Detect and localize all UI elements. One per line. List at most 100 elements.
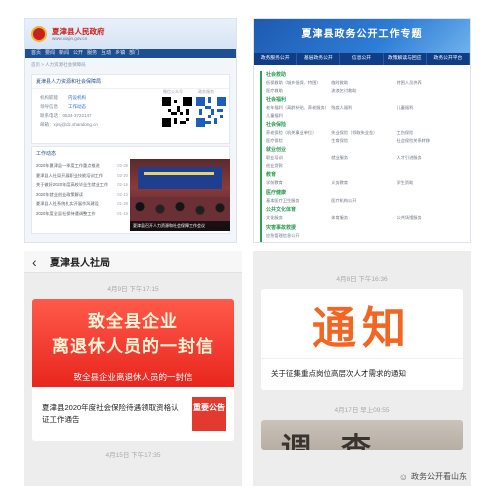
topic-row: 低保救助（城乡低保、特困） 临时救助 特困人员供养 bbox=[266, 79, 462, 87]
topic-link[interactable]: 特困人员供养 bbox=[397, 79, 462, 87]
wechat-qr-code bbox=[162, 97, 192, 127]
topic-link[interactable]: 低保救助（城乡低保、特困） bbox=[266, 79, 331, 87]
topic-link[interactable]: 义务教育 bbox=[331, 179, 396, 187]
topic-link[interactable]: 基本医疗卫生服务 bbox=[266, 197, 331, 205]
nav-item[interactable]: 新闻 bbox=[59, 49, 69, 58]
nav-item[interactable]: 互动 bbox=[101, 49, 111, 58]
nav-item[interactable]: 公开 bbox=[73, 49, 83, 58]
site-title: 夏津县人民政府 bbox=[52, 26, 105, 36]
survey-card[interactable]: 调查 bbox=[261, 420, 463, 450]
notice-card[interactable]: 通知 关于征集重点岗位高层次人才需求的通知 bbox=[261, 289, 463, 390]
topic-link[interactable]: 学前教育 bbox=[266, 179, 331, 187]
section-divider bbox=[260, 71, 262, 242]
nav-item[interactable]: 乡镇 bbox=[115, 49, 125, 58]
news-item-date: 01-16 bbox=[117, 210, 128, 216]
topic-link[interactable]: 医疗救助 bbox=[266, 87, 331, 95]
topic-row: 应急管理信息公开 bbox=[266, 232, 462, 240]
topic-section-title[interactable]: 灾害事故救援 bbox=[266, 224, 462, 232]
survey-cover-text: 调查 bbox=[281, 433, 401, 450]
topic-section-title[interactable]: 教育 bbox=[266, 171, 462, 179]
topic-link[interactable]: 就业服务 bbox=[331, 154, 396, 162]
topic-link[interactable]: 失业保险（领取失业金） bbox=[331, 129, 396, 137]
news-item-title: 夏津县人社系统扎实开展作风建设 bbox=[36, 201, 99, 206]
message-timestamp: 4月17日 早上09:55 bbox=[334, 407, 390, 414]
message-timestamp: 4月8日 下午16:36 bbox=[336, 276, 388, 283]
news-item[interactable]: 夏津县人社系统扎实开展作风建设 01-28 bbox=[36, 199, 128, 209]
topic-link bbox=[331, 232, 396, 240]
topic-link[interactable]: 创业贷款 bbox=[266, 162, 331, 170]
info-title: 夏津县人力资源和社会保障局 bbox=[32, 75, 229, 89]
topic-link[interactable]: 文化服务 bbox=[266, 214, 331, 222]
info-link[interactable]: 工作动态 bbox=[68, 104, 86, 109]
nav-item[interactable]: 服务 bbox=[87, 49, 97, 58]
topic-link[interactable]: 儿童福利 bbox=[397, 104, 462, 112]
topic-link[interactable]: 养老保险（机关事业单位） bbox=[266, 129, 331, 137]
topic-section-title[interactable]: 社会福利 bbox=[266, 96, 462, 104]
topic-link[interactable]: 公共场馆服务 bbox=[397, 214, 462, 222]
topic-link[interactable]: 生育保险 bbox=[331, 137, 396, 145]
topic-section: 社会福利 老年福利（高龄补贴、养老服务） 残疾人福利 儿童福利 儿童福利 bbox=[266, 96, 462, 119]
topic-tab[interactable]: 政务公开平台 bbox=[427, 53, 470, 65]
topic-section: 公共文化体育 文化服务 体育服务 公共场馆服务 bbox=[266, 206, 462, 222]
topic-link[interactable]: 职业培训 bbox=[266, 154, 331, 162]
news-card: 工作动态 2020年夏津县一季度工作重点推进 02-28 夏津县人社局开展职业技能… bbox=[31, 146, 230, 234]
topic-link[interactable]: 应急管理信息公开 bbox=[266, 232, 331, 240]
news-item[interactable]: 关于做好2020年度高校毕业生就业工作 02-16 bbox=[36, 180, 128, 190]
topic-link[interactable]: 社会保险关系转移 bbox=[397, 137, 462, 145]
site-header: 夏津县人民政府 www.xiajin.gov.cn bbox=[25, 19, 236, 49]
topic-link[interactable]: 工伤保险 bbox=[397, 129, 462, 137]
topic-tab[interactable]: 基层政务公开 bbox=[297, 53, 341, 65]
topic-section-title[interactable]: 就业创业 bbox=[266, 146, 462, 154]
article-cover: 致全县企业 离退休人员的一封信 致全县企业离退休人员的一封信 bbox=[32, 299, 234, 387]
watermark: ☺ 政务公开看山东 bbox=[399, 471, 467, 482]
sub-article[interactable]: 夏津县2020年度社会保险待遇领取资格认证工作通告 重要公告 bbox=[32, 387, 234, 441]
topic-link[interactable]: 残疾人福利 bbox=[331, 104, 396, 112]
news-item-date: 02-10 bbox=[117, 191, 128, 197]
info-link[interactable]: 内设机构 bbox=[68, 95, 86, 100]
news-item[interactable]: 2020年夏津县一季度工作重点推进 02-28 bbox=[36, 161, 128, 171]
topic-link[interactable]: 学生资助 bbox=[397, 179, 462, 187]
news-item[interactable]: 2020年就业创业政策解读 02-10 bbox=[36, 190, 128, 200]
nav-item[interactable]: 首页 bbox=[31, 49, 41, 58]
topic-link[interactable]: 儿童福利 bbox=[266, 112, 331, 120]
topic-tab[interactable]: 信息公开 bbox=[340, 53, 384, 65]
notice-title: 关于征集重点岗位高层次人才需求的通知 bbox=[271, 369, 406, 378]
news-item-date: 01-28 bbox=[117, 201, 128, 206]
topic-link[interactable]: 流浪乞讨救助 bbox=[331, 87, 396, 95]
back-arrow-icon[interactable]: ‹ bbox=[32, 254, 46, 270]
site-nav: 首页 要闻 新闻 公开 服务 互动 乡镇 部门 bbox=[25, 49, 236, 58]
news-item[interactable]: 夏津县人社局开展职业技能培训工作 02-20 bbox=[36, 171, 128, 181]
stage-banner-text bbox=[144, 172, 214, 175]
topic-link[interactable]: 老年福利（高龄补贴、养老服务） bbox=[266, 104, 331, 112]
nav-item[interactable]: 部门 bbox=[129, 49, 139, 58]
topic-link bbox=[397, 162, 462, 170]
topic-tab[interactable]: 政策解读与回应 bbox=[384, 53, 427, 65]
topic-section-title[interactable]: 社会保险 bbox=[266, 121, 462, 129]
topic-section-title[interactable]: 公共文化体育 bbox=[266, 206, 462, 214]
topic-row: 文化服务 体育服务 公共场馆服务 bbox=[266, 214, 462, 222]
topic-link[interactable]: 体育服务 bbox=[331, 214, 396, 222]
news-photo[interactable]: 夏津县召开人力资源和社会保障工作会议 bbox=[130, 159, 230, 231]
nav-item[interactable]: 要闻 bbox=[45, 49, 55, 58]
topic-link[interactable]: 医疗保险 bbox=[266, 137, 331, 145]
topic-section-title[interactable]: 医疗健康 bbox=[266, 189, 462, 197]
topic-link[interactable]: 人才引进服务 bbox=[397, 154, 462, 162]
topic-row: 老年福利（高龄补贴、养老服务） 残疾人福利 儿童福利 bbox=[266, 104, 462, 112]
breadcrumb: 首页 > 人力资源社会保障局 bbox=[31, 62, 86, 67]
news-item-title: 2020年夏津县一季度工作重点推进 bbox=[36, 163, 100, 168]
site-domain: www.xiajin.gov.cn bbox=[52, 35, 88, 41]
topic-section: 社会保险 养老保险（机关事业单位） 失业保险（领取失业金） 工伤保险医疗保险 生育保险社… bbox=[266, 121, 462, 144]
news-item-date: 02-20 bbox=[117, 172, 128, 178]
topic-link bbox=[397, 232, 462, 240]
topic-link[interactable]: 临时救助 bbox=[331, 79, 396, 87]
topic-link[interactable]: 医疗机构公开 bbox=[331, 197, 396, 205]
article-card[interactable]: 致全县企业 离退休人员的一封信 致全县企业离退休人员的一封信 夏津县2020年度… bbox=[32, 299, 234, 441]
topic-section-title[interactable]: 社会救助 bbox=[266, 71, 462, 79]
wechat-logo-icon: ☺ bbox=[398, 471, 408, 482]
topic-row: 医疗救助 流浪乞讨救助 bbox=[266, 87, 462, 95]
news-item[interactable]: 2020年度全县社保待遇调整工作 01-16 bbox=[36, 209, 128, 219]
photo-caption: 夏津县召开人力资源和社会保障工作会议 bbox=[130, 221, 230, 231]
site-name[interactable]: 夏津县人民政府 www.xiajin.gov.cn bbox=[52, 27, 105, 42]
topic-tab[interactable]: 政务服务公开 bbox=[254, 53, 298, 65]
topic-row: 基本医疗卫生服务 医疗机构公开 bbox=[266, 197, 462, 205]
